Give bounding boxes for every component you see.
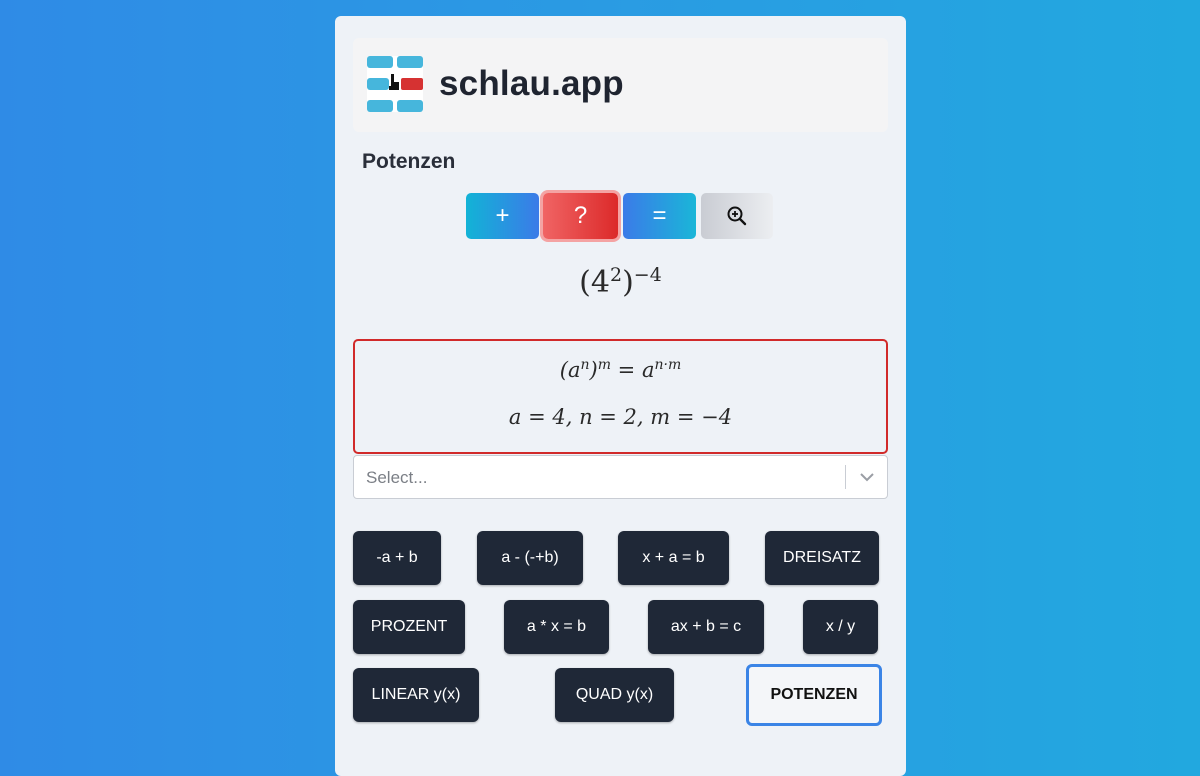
app-logo-icon[interactable] [367, 56, 423, 112]
quick-a-minus-b-button[interactable]: a - (-+b) [477, 531, 583, 585]
chevron-down-icon[interactable] [857, 468, 877, 486]
page-title: Potenzen [362, 150, 456, 173]
add-button[interactable]: + [466, 193, 539, 239]
rule-exp-n: n [580, 357, 590, 373]
rule-rhs-exp: n·m [654, 357, 682, 373]
task-select[interactable]: Select... [353, 455, 888, 499]
quick-linear-button[interactable]: LINEAR y(x) [353, 668, 479, 722]
quick-x-div-y-button[interactable]: x / y [803, 600, 878, 654]
hint-box: (an)m = an·m a = 4, n = 2, m = −4 [353, 339, 888, 454]
select-separator [845, 465, 846, 489]
problem-inner-exponent: 2 [609, 264, 623, 286]
quick-dreisatz-button[interactable]: DREISATZ [765, 531, 879, 585]
hint-rule: (an)m = an·m [559, 357, 682, 382]
brand-header: schlau.app [353, 38, 888, 132]
quick-x-plus-a-button[interactable]: x + a = b [618, 531, 729, 585]
select-placeholder: Select... [366, 468, 428, 487]
help-button[interactable]: ? [543, 193, 618, 239]
main-card: schlau.app Potenzen + ? = (42)−4 (an)m =… [335, 16, 906, 776]
quick-a-times-x-button[interactable]: a * x = b [504, 600, 609, 654]
rule-base: a [567, 358, 581, 382]
problem-expression: (42)−4 [579, 264, 662, 300]
quick-prozent-button[interactable]: PROZENT [353, 600, 465, 654]
hint-values: a = 4, n = 2, m = −4 [508, 405, 733, 429]
rule-rhs-base: a [641, 358, 655, 382]
quick-potenzen-button[interactable]: POTENZEN [746, 664, 882, 726]
brand-name[interactable]: schlau.app [439, 64, 624, 104]
solve-button[interactable]: = [623, 193, 696, 239]
problem-outer-exponent: −4 [633, 264, 662, 286]
problem-base: 4 [590, 265, 610, 300]
quick-quad-button[interactable]: QUAD y(x) [555, 668, 674, 722]
zoom-in-icon [727, 206, 747, 226]
quick-ax-plus-b-button[interactable]: ax + b = c [648, 600, 764, 654]
zoom-button[interactable] [701, 193, 773, 239]
rule-exp-m: m [597, 357, 611, 373]
quick-neg-a-plus-b-button[interactable]: -a + b [353, 531, 441, 585]
